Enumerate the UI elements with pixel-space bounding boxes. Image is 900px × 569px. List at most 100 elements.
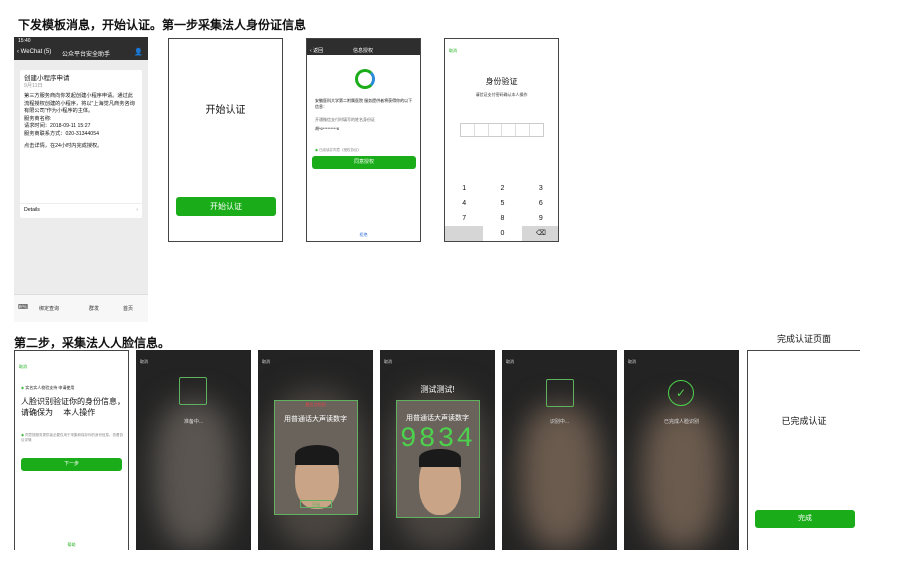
next-step-button[interactable]: 下一步 bbox=[21, 458, 122, 471]
shield-icon: ◈ bbox=[21, 385, 25, 390]
key-5[interactable]: 5 bbox=[483, 196, 521, 211]
face-done-screen: 取消 ✓ 已完成人脸识别 bbox=[624, 350, 739, 550]
masked-id: 胡*6*********8 bbox=[315, 126, 340, 131]
keypad: 1 2 3 4 5 6 7 8 9 0 ⌫ bbox=[445, 181, 558, 241]
key-6[interactable]: 6 bbox=[522, 196, 558, 211]
contact-info: 服务商联系方式：020-31344054 bbox=[24, 130, 99, 137]
keyboard-icon[interactable]: ⌨ bbox=[18, 303, 28, 311]
reject-link[interactable]: 拒绝 bbox=[307, 232, 420, 238]
test-digits: 9834 bbox=[399, 424, 476, 455]
test-headline: 测试测试! bbox=[420, 385, 455, 394]
complete-button[interactable]: 完成 bbox=[755, 510, 855, 528]
key-1[interactable]: 1 bbox=[445, 181, 483, 196]
intro-headline-person: 本人操作 bbox=[63, 408, 96, 417]
profile-icon[interactable]: 👤 bbox=[134, 48, 143, 56]
merchant-label: 服务商名称: bbox=[24, 115, 52, 122]
complete-screen: 已完成认证 完成 bbox=[747, 350, 860, 550]
key-8[interactable]: 8 bbox=[483, 211, 521, 226]
start-read-button[interactable]: 开始 bbox=[300, 500, 332, 508]
card-date: 9月11日 bbox=[24, 82, 43, 89]
auth-back-button[interactable]: ‹ 返回 bbox=[310, 47, 323, 54]
message-card: 创建小程序申请 9月11日 第三方服务商向你发起创建小程序申请。通过此流程授权创… bbox=[20, 70, 142, 218]
key-4[interactable]: 4 bbox=[445, 196, 483, 211]
read-cancel[interactable]: 取消 bbox=[262, 359, 270, 365]
agree-checkbox-row[interactable]: ◉ 已阅读并同意《授权协议》 bbox=[315, 148, 361, 153]
done-face-text: 已完成人脸识别 bbox=[663, 419, 699, 425]
intro-agree-row[interactable]: ◉ 同意按服务提供者必要仅用于采集和保存你的身份信息。查看协议详情 bbox=[21, 433, 125, 443]
request-time: 请求时间：2018-09-11 15:27 bbox=[24, 123, 91, 129]
recognizing-cancel[interactable]: 取消 bbox=[506, 359, 514, 365]
key-3[interactable]: 3 bbox=[522, 181, 558, 196]
wechat-back-button[interactable]: ‹ WeChat (5) bbox=[17, 49, 51, 55]
card-note: 点击详情，在24小时内完成授权。 bbox=[24, 143, 103, 149]
warning-text: 靠近点检测 bbox=[305, 402, 326, 407]
face-recognizing-screen: 取消 识别中... bbox=[502, 350, 617, 550]
start-auth-button[interactable]: 开始认证 bbox=[176, 197, 276, 216]
key-blank bbox=[445, 226, 484, 241]
start-auth-title: 开始认证 bbox=[205, 105, 246, 116]
face-intro-screen: 取消 ◈ 实名实人校验支持 申请使用 人脸识别验证你的身份信息，请确保为 本人操… bbox=[14, 350, 129, 550]
prepare-text: 准备中... bbox=[183, 419, 204, 425]
agree-auth-button[interactable]: 同意授权 bbox=[312, 156, 416, 169]
face-read-screen: 取消 靠近点检测 用普通话大声读数字 开始 bbox=[258, 350, 373, 550]
recognizing-text: 识别中... bbox=[549, 419, 570, 425]
check-circle-icon: ✓ bbox=[668, 380, 694, 406]
wechat-bottom-bar: ⌨ 绑定查询 群发 首页 bbox=[14, 294, 148, 322]
blurred-face bbox=[520, 405, 600, 550]
intro-headline: 人脸识别验证你的身份信息，请确保为 本人操作 bbox=[21, 396, 125, 418]
verify-hint: 请验证支付密码确认本人操作 bbox=[475, 92, 528, 97]
bottom-tab-broadcast[interactable]: 群发 bbox=[89, 305, 99, 312]
details-label: Details bbox=[24, 207, 40, 213]
auth-nav-bar: ‹ 返回 信息授权 bbox=[307, 39, 420, 55]
intro-help[interactable]: 帮助 bbox=[15, 542, 128, 548]
wechat-message-screen: 15:40 ‹ WeChat (5) 公众平台安全助手 👤 创建小程序申请 9月… bbox=[14, 37, 148, 322]
face-prepare-screen: 取消 准备中... bbox=[136, 350, 251, 550]
test-cancel[interactable]: 取消 bbox=[384, 359, 392, 365]
face-frame-icon bbox=[179, 377, 207, 405]
key-0[interactable]: 0 bbox=[483, 226, 521, 241]
auth-desc: 安徽医科大学第二附属医院 服务提供者将获得你的以下信息： bbox=[315, 98, 413, 109]
chevron-right-icon: › bbox=[136, 207, 138, 213]
bottom-tab-bind[interactable]: 绑定查询 bbox=[39, 305, 59, 312]
step2-title: 第二步，采集法人人脸信息。 bbox=[14, 336, 171, 350]
key-7[interactable]: 7 bbox=[445, 211, 483, 226]
verify-title: 身份验证 bbox=[485, 77, 518, 86]
face-test-screen: 取消 测试测试! 用普通话大声读数字 9834 bbox=[380, 350, 495, 550]
password-boxes[interactable] bbox=[460, 123, 544, 137]
agree-text: 已阅读并同意《授权协议》 bbox=[319, 148, 362, 152]
wechat-status-bar: 15:40 bbox=[14, 37, 148, 45]
prepare-cancel[interactable]: 取消 bbox=[140, 359, 148, 365]
intro-agree-text: 同意按服务提供者必要仅用于采集和保存你的身份信息。查看协议详情 bbox=[21, 433, 124, 442]
done-cancel[interactable]: 取消 bbox=[628, 359, 636, 365]
blurred-face bbox=[642, 405, 722, 550]
back-label: WeChat (5) bbox=[20, 49, 52, 55]
face-frame-icon bbox=[546, 379, 574, 407]
details-link[interactable]: Details › bbox=[20, 203, 142, 218]
intro-logo-row: ◈ 实名实人校验支持 申请使用 bbox=[21, 385, 74, 391]
key-2[interactable]: 2 bbox=[483, 181, 521, 196]
hospital-logo-icon bbox=[355, 69, 375, 89]
test-prompt: 用普通话大声读数字 bbox=[406, 415, 469, 422]
status-time: 15:40 bbox=[18, 38, 31, 44]
step1-title: 下发模板消息，开始认证。第一步采集法人身份证信息 bbox=[18, 18, 307, 32]
verify-cancel[interactable]: 取消 bbox=[449, 48, 457, 54]
hair bbox=[295, 445, 339, 465]
wechat-nav-title: 公众平台安全助手 bbox=[62, 52, 111, 58]
start-auth-screen: 开始认证 开始认证 bbox=[168, 38, 283, 242]
backspace-icon[interactable]: ⌫ bbox=[521, 226, 558, 241]
check-icon: ◉ bbox=[21, 433, 25, 437]
complete-caption: 完成认证页面 bbox=[777, 334, 832, 344]
bottom-tab-home[interactable]: 首页 bbox=[123, 305, 133, 312]
auth-nav-title: 信息授权 bbox=[353, 48, 374, 54]
identity-verify-screen: 取消 身份验证 请验证支付密码确认本人操作 1 2 3 4 5 6 7 8 9 … bbox=[444, 38, 559, 242]
intro-logo-text: 实名实人校验支持 申请使用 bbox=[25, 385, 75, 390]
intro-cancel[interactable]: 取消 bbox=[19, 364, 27, 370]
wechat-nav-bar: ‹ WeChat (5) 公众平台安全助手 👤 bbox=[14, 45, 148, 60]
auth-field-hint: 开通微信支付时填写的姓名身份证 bbox=[315, 117, 375, 122]
card-title: 创建小程序申请 bbox=[24, 75, 70, 82]
read-prompt: 用普通话大声读数字 bbox=[284, 416, 347, 423]
check-icon: ◉ bbox=[315, 148, 319, 152]
info-auth-screen: ‹ 返回 信息授权 安徽医科大学第二附属医院 服务提供者将获得你的以下信息： 开… bbox=[306, 38, 421, 242]
card-body: 第三方服务商向你发起创建小程序申请。通过此流程授权创建的小程序，将以"上海觉凡商… bbox=[24, 93, 135, 114]
key-9[interactable]: 9 bbox=[522, 211, 558, 226]
